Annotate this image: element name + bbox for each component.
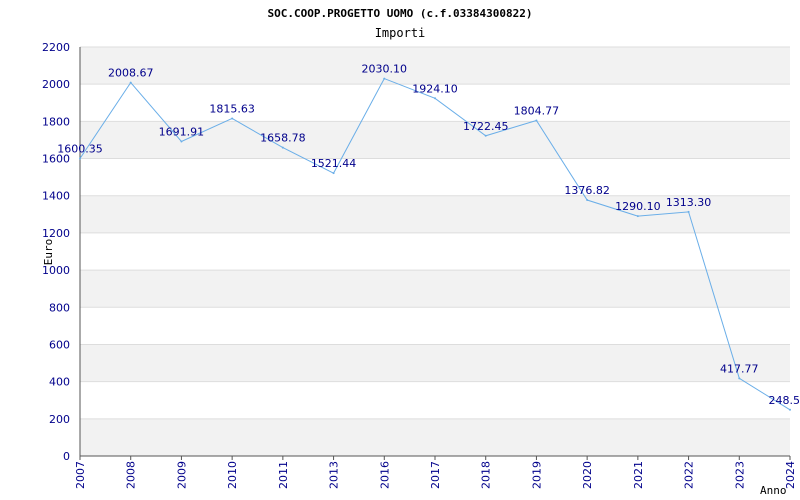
data-point xyxy=(687,210,690,213)
grid-band xyxy=(80,344,790,382)
chart-subtitle: Importi xyxy=(375,26,426,40)
grid-band xyxy=(80,418,790,456)
x-tick-label: 2009 xyxy=(175,461,188,489)
grid-band xyxy=(80,47,790,85)
x-axis-label: Anno xyxy=(760,484,787,497)
y-tick-label: 1800 xyxy=(42,115,70,128)
data-label: 2030.10 xyxy=(362,63,408,76)
x-tick-label: 2018 xyxy=(480,461,493,489)
data-point xyxy=(129,81,132,84)
x-tick-label: 2022 xyxy=(683,461,696,489)
data-point xyxy=(586,199,589,202)
data-label: 1722.45 xyxy=(463,120,509,133)
y-tick-label: 2200 xyxy=(42,41,70,54)
data-label: 1600.35 xyxy=(57,142,103,155)
y-tick-label: 400 xyxy=(49,376,70,389)
y-tick-label: 2000 xyxy=(42,78,70,91)
x-tick-label: 2011 xyxy=(277,461,290,489)
data-label: 248.5 xyxy=(769,394,800,407)
data-label: 1658.78 xyxy=(260,132,306,145)
data-point xyxy=(535,119,538,122)
y-tick-label: 600 xyxy=(49,338,70,351)
data-point xyxy=(484,134,487,137)
data-point xyxy=(636,215,639,218)
line-chart: SOC.COOP.PROGETTO UOMO (c.f.03384300822)… xyxy=(42,7,800,497)
data-label: 1924.10 xyxy=(412,82,458,95)
data-label: 1521.44 xyxy=(311,157,357,170)
data-label: 417.77 xyxy=(720,362,759,375)
y-tick-label: 0 xyxy=(63,450,70,463)
chart-title: SOC.COOP.PROGETTO UOMO (c.f.03384300822) xyxy=(268,7,533,20)
data-label: 1313.30 xyxy=(666,196,712,209)
data-point xyxy=(434,97,436,100)
data-label: 1804.77 xyxy=(514,104,560,117)
data-point xyxy=(180,140,183,143)
y-tick-label: 200 xyxy=(49,413,70,426)
x-tick-label: 2020 xyxy=(581,461,594,489)
x-tick-label: 2023 xyxy=(733,461,746,489)
data-label: 1290.10 xyxy=(615,200,661,213)
x-tick-label: 2019 xyxy=(530,461,543,489)
data-point xyxy=(383,77,386,80)
data-point xyxy=(332,172,335,175)
x-tick-label: 2013 xyxy=(328,461,341,489)
y-tick-label: 800 xyxy=(49,301,70,314)
x-tick-label: 2021 xyxy=(632,461,645,489)
y-axis-label: Euro xyxy=(42,239,55,266)
data-label: 1815.63 xyxy=(209,102,255,115)
data-point xyxy=(79,157,81,160)
plot-area: 0200400600800100012001400160018002000220… xyxy=(42,41,800,489)
data-point xyxy=(231,117,234,120)
data-label: 1691.91 xyxy=(159,125,205,138)
data-label: 2008.67 xyxy=(108,67,154,80)
data-label: 1376.82 xyxy=(564,184,610,197)
y-tick-label: 1200 xyxy=(42,227,70,240)
x-tick-label: 2007 xyxy=(74,461,87,489)
data-point xyxy=(281,146,284,149)
x-tick-label: 2008 xyxy=(125,461,138,489)
x-tick-label: 2010 xyxy=(226,461,239,489)
grid-band xyxy=(80,270,790,308)
data-point xyxy=(738,377,741,380)
x-tick-label: 2016 xyxy=(378,461,391,489)
y-tick-label: 1400 xyxy=(42,190,70,203)
x-tick-label: 2017 xyxy=(429,461,442,489)
data-point xyxy=(789,408,791,411)
